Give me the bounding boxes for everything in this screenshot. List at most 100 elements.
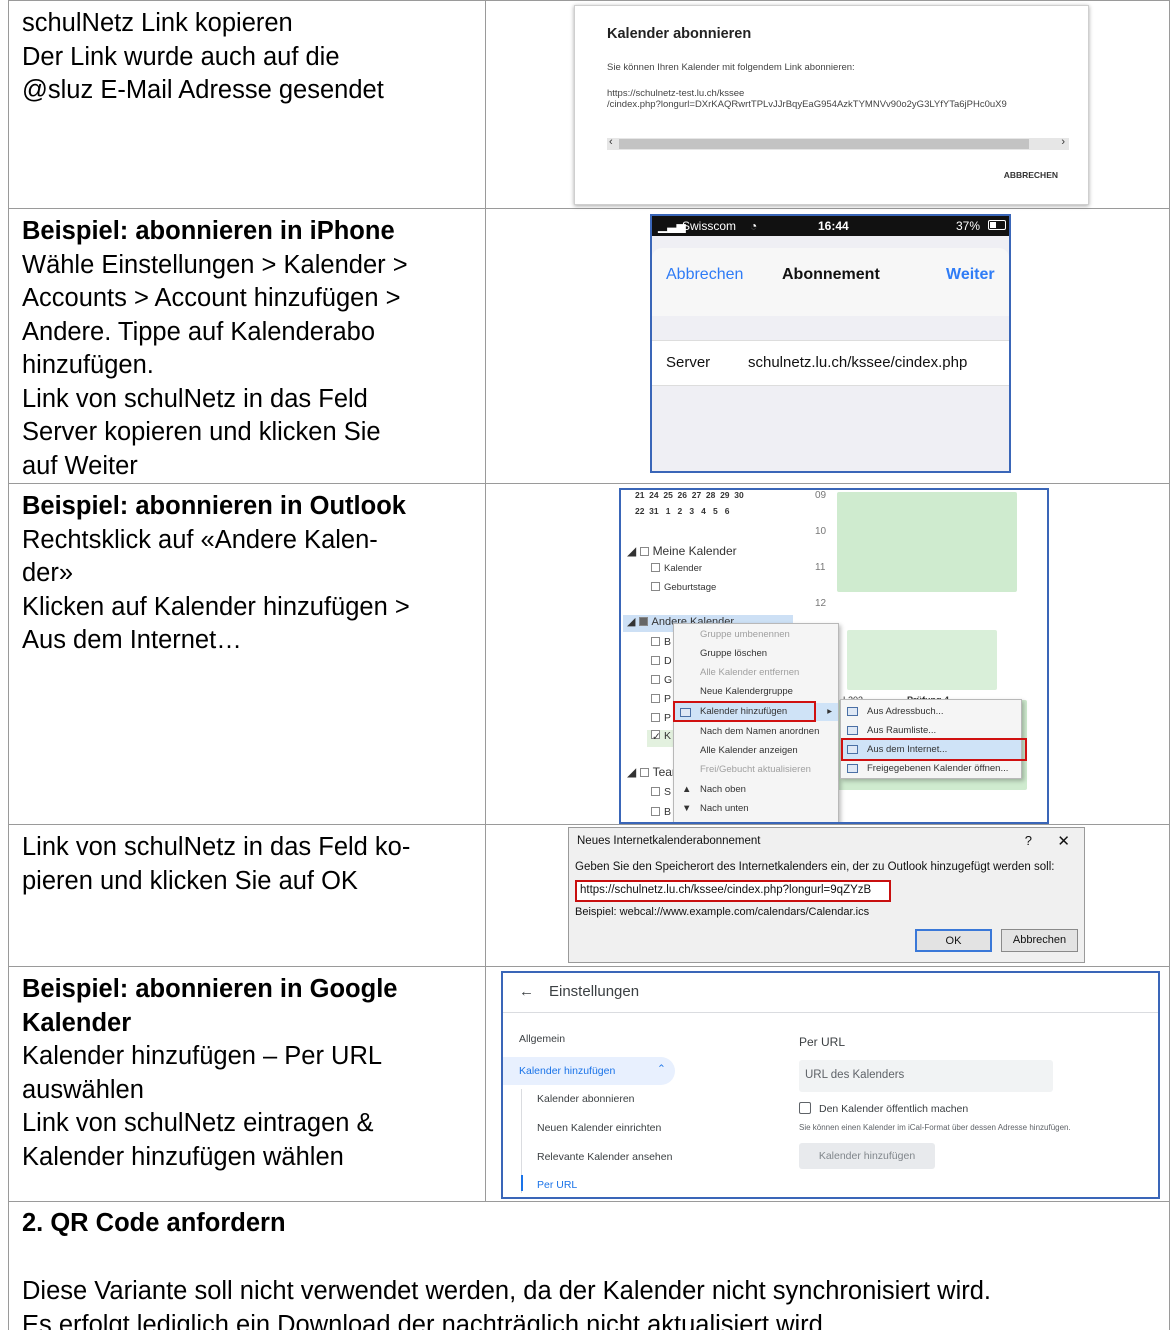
- menu-sort-name[interactable]: Nach dem Namen anordnen: [674, 723, 838, 741]
- carrier-label: Swisscom: [682, 219, 737, 233]
- text-line: Aus dem Internet…: [22, 626, 242, 654]
- menu-move-down[interactable]: ▼ Nach unten: [674, 800, 838, 818]
- text-line: Link von schulNetz eintragen &: [22, 1109, 374, 1137]
- text-line: Kalender hinzufügen wählen: [22, 1142, 344, 1171]
- dialog-subtitle: Sie können Ihren Kalender mit folgendem …: [607, 62, 855, 73]
- blurred-events: [837, 492, 1017, 592]
- text-line: pieren und klicken Sie auf OK: [22, 866, 358, 895]
- server-input[interactable]: schulnetz.lu.ch/kssee/cindex.php: [748, 354, 967, 371]
- nav-per-url[interactable]: Per URL: [537, 1179, 577, 1191]
- calendar-url-input[interactable]: URL des Kalenders: [799, 1060, 1053, 1092]
- text-line: Klicken auf Kalender hinzufügen >: [22, 592, 410, 621]
- nav-add-calendar: Kalender hinzufügen: [519, 1065, 616, 1077]
- calendar-checkbox[interactable]: D: [651, 655, 672, 667]
- text-line: Rechtsklick auf «Andere Kalen-: [22, 525, 378, 554]
- wifi-icon: ◔: [750, 219, 758, 233]
- calendar-url-input[interactable]: https://schulnetz.lu.ch/kssee/cindex.php…: [575, 880, 891, 902]
- scroll-left-icon[interactable]: ‹: [609, 136, 613, 148]
- step-paste-link-screenshot: Neues Internetkalenderabonnement ? ✕ Geb…: [485, 824, 1170, 967]
- step-heading: Beispiel: abonnieren in Outlook: [22, 492, 406, 520]
- back-arrow-icon[interactable]: ←: [519, 983, 534, 1000]
- context-menu: Gruppe umbenennen Gruppe löschen Alle Ka…: [673, 623, 839, 822]
- menu-move-up[interactable]: ▲ Nach oben: [674, 781, 838, 799]
- subscribe-dialog: Kalender abonnieren Sie können Ihren Kal…: [574, 5, 1089, 205]
- text-line: Der Link wurde auch auf die: [22, 42, 340, 71]
- nav-add-calendar-active[interactable]: Kalender hinzufügen ⌃: [503, 1057, 675, 1085]
- calendar-checkbox[interactable]: P: [651, 712, 671, 724]
- iphone-subscription-screen: ▁▃▅ Swisscom ◔ 16:44 37% Abbrechen Abonn…: [650, 214, 1011, 473]
- hour-label: 10: [815, 526, 827, 537]
- close-icon[interactable]: ✕: [1057, 832, 1070, 850]
- horizontal-scrollbar[interactable]: ‹ ›: [607, 136, 1069, 150]
- add-calendar-button[interactable]: Kalender hinzufügen: [799, 1143, 935, 1169]
- battery-icon: [988, 220, 1006, 230]
- step-outlook-text: Beispiel: abonnieren in Outlook Rechtskl…: [8, 483, 486, 825]
- calendar-checkbox[interactable]: B: [651, 806, 671, 818]
- calendar-checkbox[interactable]: P: [651, 693, 671, 705]
- mini-calendar-week[interactable]: 22 31 1 2 3 4 5 6: [635, 506, 730, 516]
- submenu-open-shared[interactable]: Freigegebenen Kalender öffnen...: [841, 759, 1021, 778]
- text-line: schulNetz Link kopieren: [22, 9, 293, 37]
- step-iphone-screenshot: ▁▃▅ Swisscom ◔ 16:44 37% Abbrechen Abonn…: [485, 208, 1170, 484]
- next-button[interactable]: Weiter: [946, 266, 995, 284]
- step-copy-link-screenshot: Kalender abonnieren Sie können Ihren Kal…: [485, 0, 1170, 209]
- example-hint: Beispiel: webcal://www.example.com/calen…: [575, 906, 870, 918]
- folder-birthdays[interactable]: Geburtstage: [651, 582, 716, 593]
- calendar-checkbox[interactable]: B: [651, 636, 671, 648]
- step-heading: Beispiel: abonnieren in iPhone: [22, 217, 395, 245]
- menu-new-group[interactable]: Neue Kalendergruppe: [674, 683, 838, 701]
- cancel-button[interactable]: Abbrechen: [1001, 929, 1078, 952]
- step-heading: Kalender: [22, 1008, 132, 1037]
- text-line: Es erfolgt lediglich ein Download der na…: [22, 1311, 830, 1330]
- chevron-up-icon: ⌃: [657, 1063, 666, 1075]
- menu-remove-all[interactable]: Alle Kalender entfernen: [674, 664, 838, 682]
- subscribe-url-line2[interactable]: /cindex.php?longurl=DXrKAQRwrtTPLvJJrBqy…: [607, 99, 1007, 110]
- help-button[interactable]: ?: [1025, 833, 1032, 848]
- mini-calendar: 21 24 25 26 27 28 29 30 22 31 1 2 3 4 5 …: [621, 490, 811, 530]
- server-field-row[interactable]: Server schulnetz.lu.ch/kssee/cindex.php: [652, 340, 1009, 386]
- folder-team[interactable]: ◢ Tear: [627, 765, 676, 779]
- dialog-title: Neues Internetkalenderabonnement: [577, 835, 761, 847]
- nav-subscribe[interactable]: Kalender abonnieren: [537, 1093, 635, 1105]
- menu-delete-group[interactable]: Gruppe löschen: [674, 645, 838, 663]
- text-line: @sluz E-Mail Adresse gesendet: [22, 76, 384, 104]
- folder-calendar[interactable]: Kalender: [651, 563, 702, 574]
- highlight-from-internet: [841, 738, 1027, 761]
- public-checkbox[interactable]: Den Kalender öffentlich machen: [799, 1102, 968, 1115]
- nav-new-calendar[interactable]: Neuen Kalender einrichten: [537, 1122, 661, 1134]
- cancel-button[interactable]: ABBRECHEN: [1004, 170, 1058, 180]
- menu-show-all[interactable]: Alle Kalender anzeigen: [674, 742, 838, 760]
- scroll-right-icon[interactable]: ›: [1061, 136, 1065, 148]
- text-line: auswählen: [22, 1075, 144, 1104]
- nav-browse-calendars[interactable]: Relevante Kalender ansehen: [537, 1151, 672, 1163]
- clock: 16:44: [818, 219, 849, 233]
- submenu-address-book[interactable]: Aus Adressbuch...: [841, 702, 1021, 721]
- text-line: Link von schulNetz in das Feld ko-: [22, 833, 411, 861]
- battery-percent: 37%: [956, 219, 981, 233]
- folder-my-calendars[interactable]: ◢ Meine Kalender: [627, 544, 737, 558]
- room-list-icon: [847, 726, 858, 735]
- text-line: Link von schulNetz in das Feld: [22, 384, 368, 413]
- down-arrow-icon: ▼: [682, 803, 692, 814]
- up-arrow-icon: ▲: [682, 784, 692, 795]
- mini-calendar-week[interactable]: 21 24 25 26 27 28 29 30: [635, 490, 744, 500]
- scroll-thumb[interactable]: [619, 139, 1029, 149]
- section-qr-code: 2. QR Code anfordern Diese Variante soll…: [8, 1201, 1170, 1330]
- step-google-screenshot: ← Einstellungen Allgemein Kalender hinzu…: [485, 966, 1170, 1202]
- step-heading: Beispiel: abonnieren in Google: [22, 975, 398, 1003]
- step-paste-link-text: Link von schulNetz in das Feld ko- piere…: [8, 824, 486, 967]
- menu-refresh-freebusy[interactable]: Frei/Gebucht aktualisieren: [674, 761, 838, 779]
- section-title: Per URL: [799, 1035, 846, 1049]
- ok-button[interactable]: OK: [915, 929, 992, 952]
- calendar-checkbox[interactable]: G: [651, 674, 672, 686]
- hour-label: 12: [815, 598, 827, 609]
- nav-general[interactable]: Allgemein: [519, 1033, 565, 1045]
- cancel-button[interactable]: Abbrechen: [666, 266, 743, 284]
- hour-label: 09: [815, 490, 827, 501]
- menu-rename-group[interactable]: Gruppe umbenennen: [674, 626, 838, 644]
- calendar-checkbox[interactable]: S: [651, 786, 671, 798]
- hour-label: 11: [815, 562, 826, 573]
- outlook-calendar-window: 21 24 25 26 27 28 29 30 22 31 1 2 3 4 5 …: [619, 488, 1049, 824]
- subscribe-url-line1[interactable]: https://schulnetz-test.lu.ch/kssee: [607, 88, 744, 99]
- settings-header: ← Einstellungen: [503, 973, 1158, 1013]
